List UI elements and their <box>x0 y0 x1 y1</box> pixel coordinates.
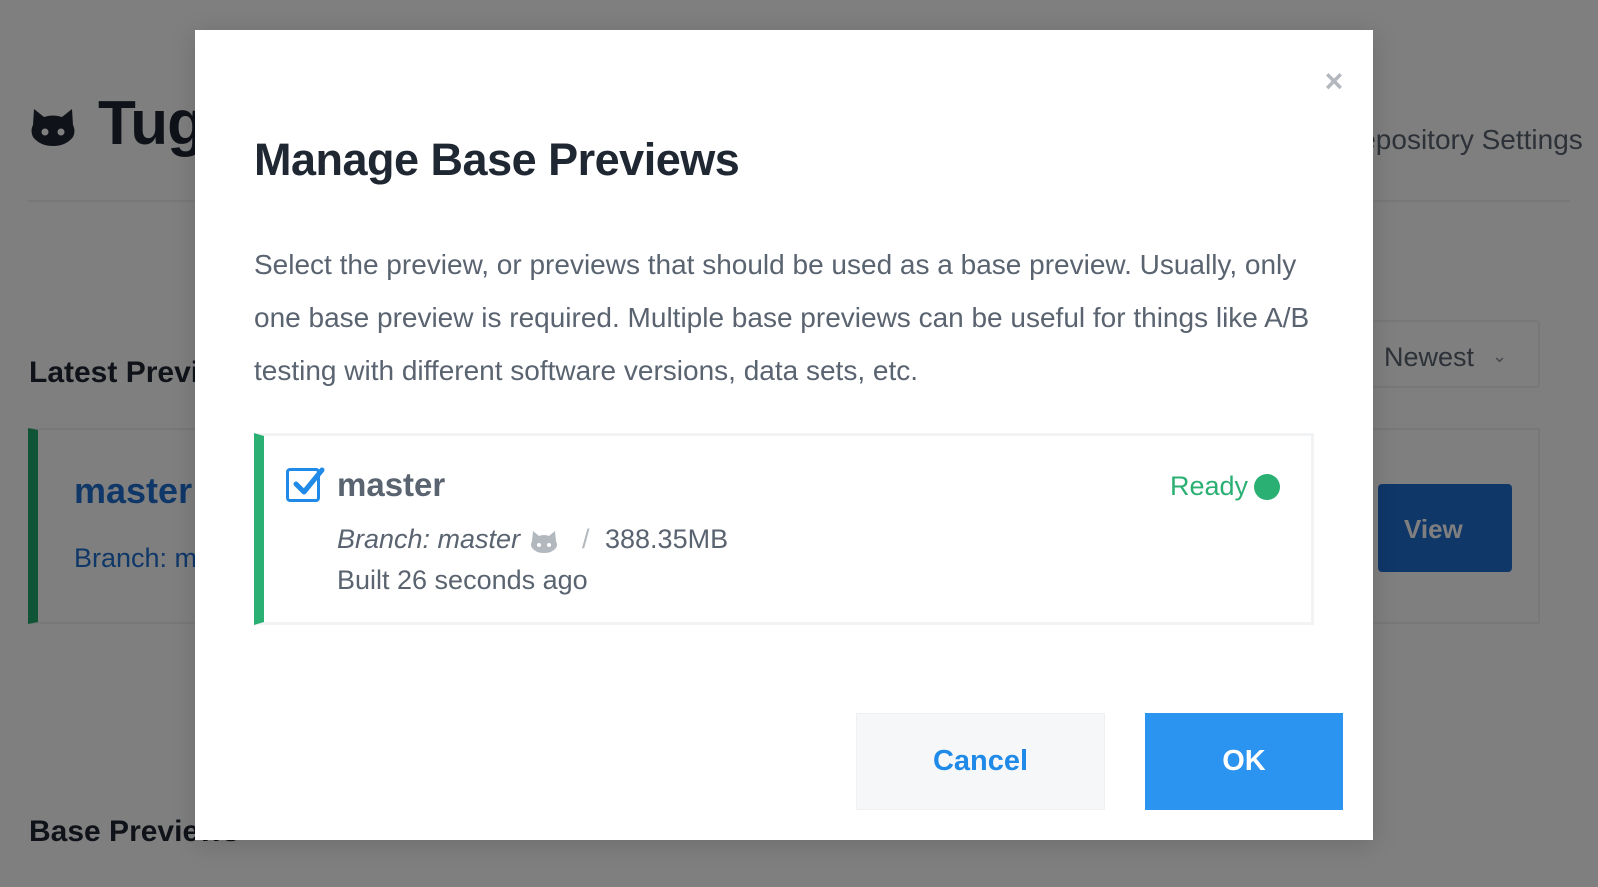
cancel-button[interactable]: Cancel <box>856 713 1105 810</box>
base-preview-option[interactable]: master Ready Branch: master / 388.35MB B… <box>254 433 1314 625</box>
status-dot <box>1254 474 1280 500</box>
manage-base-previews-dialog: × Manage Base Previews Select the previe… <box>195 30 1373 840</box>
preview-built-time: Built 26 seconds ago <box>337 565 588 595</box>
dialog-title: Manage Base Previews <box>254 134 740 185</box>
ok-button[interactable]: OK <box>1145 713 1343 810</box>
preview-status-label: Ready <box>1170 471 1249 501</box>
dialog-description: Select the preview, or previews that sho… <box>254 249 1310 386</box>
base-preview-checkbox[interactable] <box>286 467 325 502</box>
preview-name: master <box>337 466 446 503</box>
github-icon <box>531 531 557 553</box>
preview-branch: Branch: master <box>337 524 521 554</box>
close-icon[interactable]: × <box>1319 65 1349 97</box>
preview-size: 388.35MB <box>605 524 729 554</box>
meta-separator: / <box>582 524 590 554</box>
check-icon <box>293 467 325 495</box>
